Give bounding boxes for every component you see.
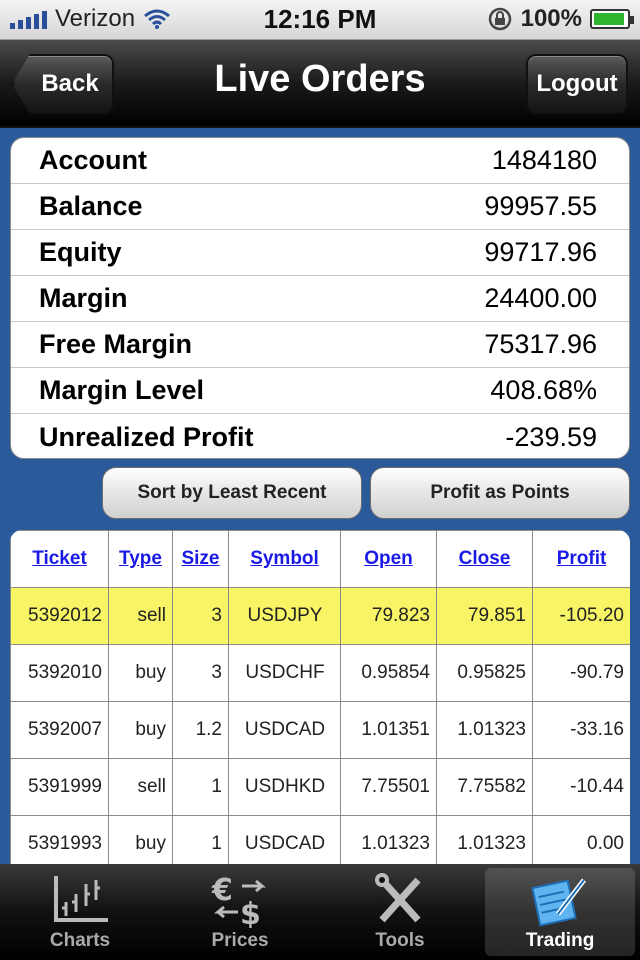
summary-row-unrealized-profit: Unrealized Profit -239.59 xyxy=(11,414,629,458)
svg-text:€: € xyxy=(211,873,233,908)
open-cell: 1.01351 xyxy=(340,701,437,759)
type-cell: buy xyxy=(108,815,173,864)
svg-text:$: $ xyxy=(240,897,261,928)
type-cell: buy xyxy=(108,644,173,702)
open-cell: 0.95854 xyxy=(340,644,437,702)
tab-label: Prices xyxy=(211,930,269,951)
column-profit[interactable]: Profit xyxy=(532,530,630,588)
tab-label: Trading xyxy=(525,930,595,951)
tab-trading[interactable]: Trading xyxy=(485,868,635,956)
trading-icon xyxy=(531,878,586,927)
type-cell: sell xyxy=(108,758,173,816)
profit-cell: -105.20 xyxy=(532,587,630,645)
tab-label: Charts xyxy=(49,930,111,951)
table-row[interactable]: 5392007 buy 1.2 USDCAD 1.01351 1.01323 -… xyxy=(10,701,630,759)
summary-label: Free Margin xyxy=(39,329,193,359)
column-open[interactable]: Open xyxy=(340,530,437,588)
summary-row-margin: Margin 24400.00 xyxy=(11,276,629,322)
summary-row-free-margin: Free Margin 75317.96 xyxy=(11,322,629,368)
tab-label: Tools xyxy=(375,930,425,951)
profit-cell: -33.16 xyxy=(532,701,630,759)
back-button[interactable]: Back xyxy=(12,54,114,114)
summary-value: 99717.96 xyxy=(484,237,597,267)
logout-button[interactable]: Logout xyxy=(526,54,628,114)
profit-cell: -90.79 xyxy=(532,644,630,702)
open-cell: 7.75501 xyxy=(340,758,437,816)
ticket-cell: 5392010 xyxy=(10,644,109,702)
summary-row-account: Account 1484180 xyxy=(11,138,629,184)
chart-icon xyxy=(54,876,108,922)
type-cell: buy xyxy=(108,701,173,759)
close-cell: 7.75582 xyxy=(436,758,533,816)
summary-label: Margin Level xyxy=(39,375,205,405)
tools-icon xyxy=(375,873,421,923)
wifi-icon xyxy=(144,9,171,29)
carrier: Verizon xyxy=(10,5,171,33)
tab-charts[interactable]: Charts xyxy=(5,868,155,956)
profit-cell: -10.44 xyxy=(532,758,630,816)
table-header: Ticket Type Size Symbol Open Close Profi… xyxy=(10,530,630,588)
summary-value: 75317.96 xyxy=(484,329,597,359)
size-cell: 1 xyxy=(172,758,229,816)
battery-percent: 100% xyxy=(520,5,582,32)
summary-row-margin-level: Margin Level 408.68% xyxy=(11,368,629,414)
summary-value: -239.59 xyxy=(505,421,597,452)
rotation-lock-icon xyxy=(488,7,511,31)
close-cell: 0.95825 xyxy=(436,644,533,702)
profit-cell: 0.00 xyxy=(532,815,630,864)
open-cell: 79.823 xyxy=(340,587,437,645)
column-close[interactable]: Close xyxy=(436,530,533,588)
column-type[interactable]: Type xyxy=(108,530,173,588)
close-cell: 1.01323 xyxy=(436,815,533,864)
size-cell: 3 xyxy=(172,644,229,702)
column-size[interactable]: Size xyxy=(172,530,229,588)
symbol-cell: USDHKD xyxy=(228,758,341,816)
tab-tools[interactable]: Tools xyxy=(325,868,475,956)
size-cell: 3 xyxy=(172,587,229,645)
symbol-cell: USDCAD xyxy=(228,815,341,864)
summary-value: 408.68% xyxy=(490,375,597,405)
close-cell: 79.851 xyxy=(436,587,533,645)
signal-icon xyxy=(10,9,47,29)
size-cell: 1.2 xyxy=(172,701,229,759)
summary-label: Equity xyxy=(39,237,122,267)
close-cell: 1.01323 xyxy=(436,701,533,759)
table-row[interactable]: 5391993 buy 1 USDCAD 1.01323 1.01323 0.0… xyxy=(10,815,630,864)
account-summary: Account 1484180 Balance 99957.55 Equity 997… xyxy=(10,137,630,459)
navigation-bar: Back Live Orders Logout xyxy=(0,40,640,128)
ticket-cell: 5392012 xyxy=(10,587,109,645)
summary-row-equity: Equity 99717.96 xyxy=(11,230,629,276)
summary-label: Account xyxy=(39,145,147,175)
tab-prices[interactable]: € $ Prices xyxy=(165,868,315,956)
symbol-cell: USDJPY xyxy=(228,587,341,645)
table-row[interactable]: 5391999 sell 1 USDHKD 7.75501 7.75582 -1… xyxy=(10,758,630,816)
battery-icon xyxy=(590,9,634,29)
summary-value: 99957.55 xyxy=(484,191,597,221)
summary-label: Unrealized Profit xyxy=(39,421,254,452)
tab-bar: Charts € $ Prices Tools Trading xyxy=(0,864,640,960)
ticket-cell: 5392007 xyxy=(10,701,109,759)
summary-value: 1484180 xyxy=(491,145,597,175)
open-cell: 1.01323 xyxy=(340,815,437,864)
summary-row-balance: Balance 99957.55 xyxy=(11,184,629,230)
type-cell: sell xyxy=(108,587,173,645)
size-cell: 1 xyxy=(172,815,229,864)
column-ticket[interactable]: Ticket xyxy=(10,530,109,588)
ticket-cell: 5391993 xyxy=(10,815,109,864)
orders-table: Ticket Type Size Symbol Open Close Profi… xyxy=(10,530,630,864)
table-row[interactable]: 5392012 sell 3 USDJPY 79.823 79.851 -105… xyxy=(10,587,630,645)
currency-icon: € $ xyxy=(211,873,267,928)
carrier-name: Verizon xyxy=(55,5,136,32)
summary-value: 24400.00 xyxy=(484,283,597,313)
sort-button[interactable]: Sort by Least Recent xyxy=(102,467,362,519)
ticket-cell: 5391999 xyxy=(10,758,109,816)
summary-label: Margin xyxy=(39,283,128,313)
column-symbol[interactable]: Symbol xyxy=(228,530,341,588)
status-bar: Verizon 12:16 PM 100% xyxy=(0,0,640,40)
symbol-cell: USDCAD xyxy=(228,701,341,759)
summary-label: Balance xyxy=(39,191,143,221)
symbol-cell: USDCHF xyxy=(228,644,341,702)
profit-points-button[interactable]: Profit as Points xyxy=(370,467,630,519)
table-row[interactable]: 5392010 buy 3 USDCHF 0.95854 0.95825 -90… xyxy=(10,644,630,702)
